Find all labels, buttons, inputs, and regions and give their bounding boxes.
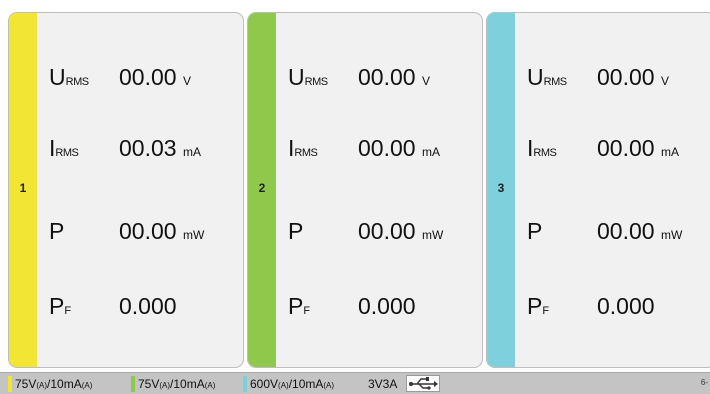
irms-label: IRMS [288, 135, 318, 161]
channel-color-tick [243, 376, 247, 392]
urms-label: URMS [527, 64, 567, 90]
channel-number: 1 [19, 181, 27, 195]
channel-number: 2 [258, 181, 266, 195]
range-indicator-ch1: 75V(A)/10mA(A) [8, 376, 92, 392]
power-factor-label: PF [527, 293, 549, 319]
power-value: 00.00 mW [119, 218, 205, 244]
power-factor-label: PF [49, 293, 71, 319]
channel-color-tick [8, 376, 12, 392]
status-bar: 75V(A)/10mA(A) 75V(A)/10mA(A) 600V(A)/10… [0, 372, 710, 394]
channel-panel-3: 3 URMS 00.00 V IRMS 00.00 mA P 00.00 mW … [486, 12, 710, 368]
channel-panel-1: 1 URMS 00.00 V IRMS 00.03 mA P 00.00 mW … [8, 12, 244, 368]
page-indicator: 6- [700, 378, 708, 387]
urms-label: URMS [288, 64, 328, 90]
channel-color-tick [131, 376, 135, 392]
supply-indicator: 3V3A [368, 377, 398, 391]
irms-label: IRMS [527, 135, 557, 161]
urms-value: 00.00 V [597, 64, 669, 90]
channel-panel-2: 2 URMS 00.00 V IRMS 00.00 mA P 00.00 mW … [247, 12, 483, 368]
power-label: P [288, 218, 304, 244]
power-factor-value: 0.000 [597, 293, 655, 319]
power-factor-value: 0.000 [119, 293, 177, 319]
range-indicator-ch3: 600V(A)/10mA(A) [243, 376, 334, 392]
power-value: 00.00 mW [597, 218, 683, 244]
irms-value: 00.03 mA [119, 135, 201, 161]
channel-number: 3 [497, 181, 505, 195]
power-factor-label: PF [288, 293, 310, 319]
power-label: P [49, 218, 65, 244]
urms-value: 00.00 V [119, 64, 191, 90]
urms-value: 00.00 V [358, 64, 430, 90]
power-value: 00.00 mW [358, 218, 444, 244]
usb-icon[interactable] [406, 375, 440, 392]
range-indicator-ch2: 75V(A)/10mA(A) [131, 376, 215, 392]
irms-label: IRMS [49, 135, 79, 161]
irms-value: 00.00 mA [597, 135, 679, 161]
irms-value: 00.00 mA [358, 135, 440, 161]
power-label: P [527, 218, 543, 244]
power-factor-value: 0.000 [358, 293, 416, 319]
urms-label: URMS [49, 64, 89, 90]
